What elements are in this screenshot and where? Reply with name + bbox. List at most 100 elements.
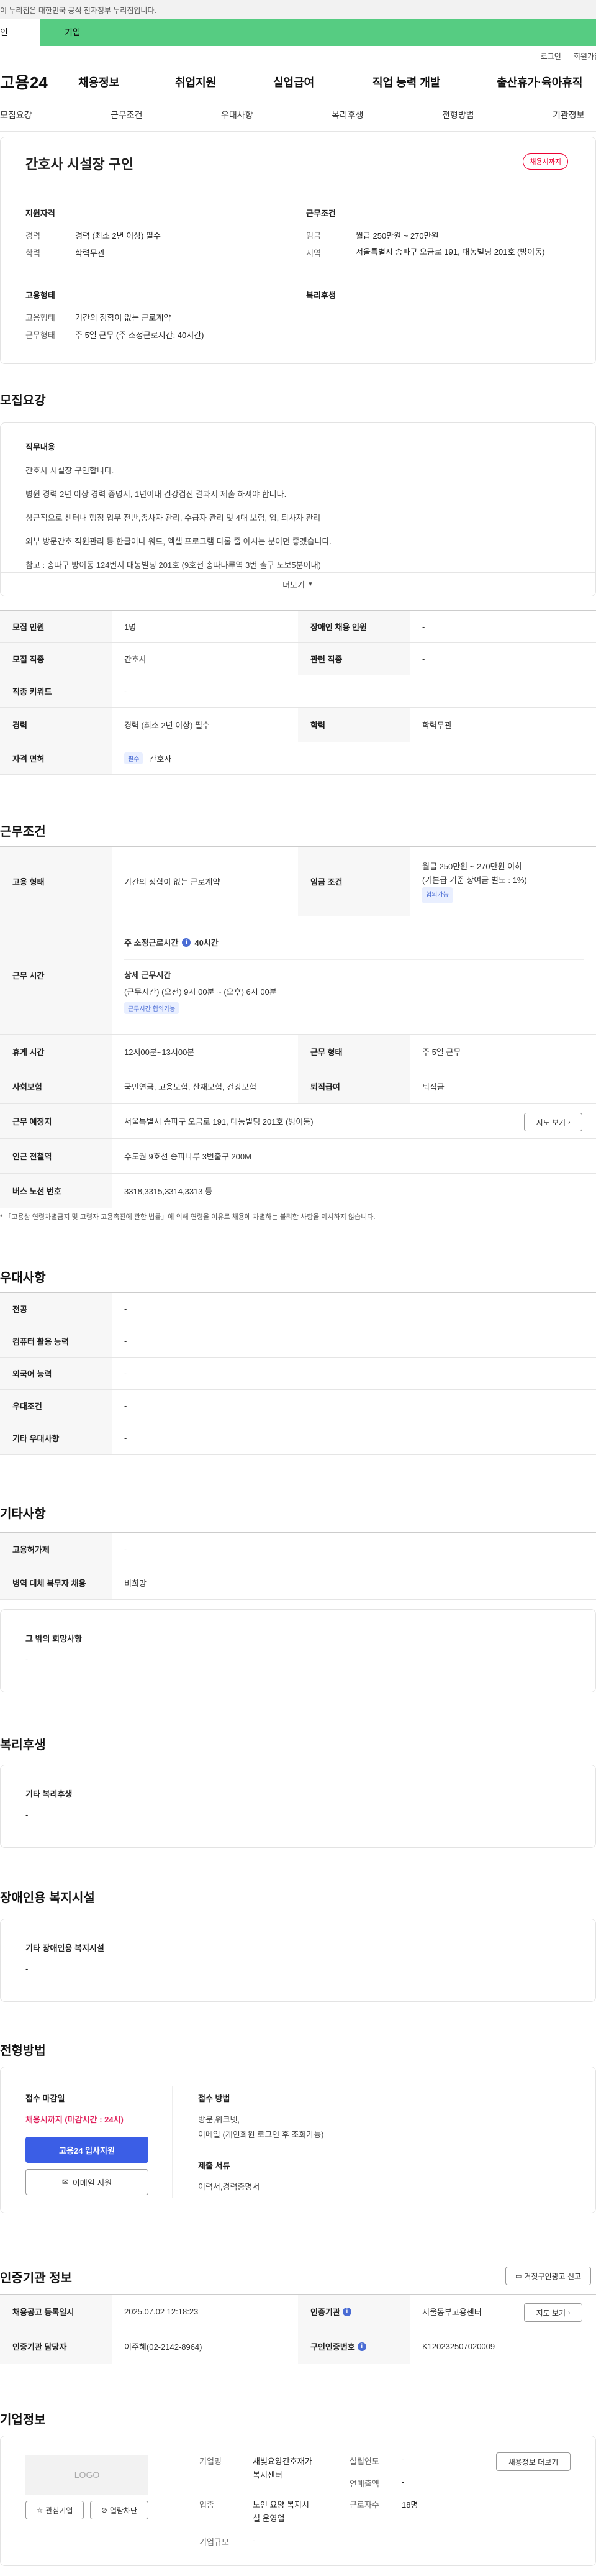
info-icon[interactable]: i: [182, 938, 191, 947]
user-type-tabs: 인 기업: [0, 19, 596, 46]
map-button-label: 지도 보기: [536, 1118, 566, 1127]
td-disabled-headcount: -: [422, 622, 425, 631]
nav-employment-support[interactable]: 취업지원: [175, 74, 216, 90]
label-region: 지역: [306, 249, 321, 258]
block-view-button[interactable]: ⊘ 열람차단: [90, 2501, 148, 2519]
login-link[interactable]: 로그인: [541, 51, 561, 62]
th-agency-manager: 인증기관 담당자: [0, 2329, 112, 2364]
td-computer: -: [124, 1336, 127, 1346]
other-wishes-value: -: [25, 1655, 29, 1664]
gov-banner: 이 누리집은 대한민국 공식 전자정부 누리집입니다.: [0, 0, 596, 19]
duty-line: 간호사 시설장 구인합니다.: [25, 466, 114, 475]
value-revenue: -: [402, 2477, 405, 2487]
favorite-label: 관심기업: [45, 2506, 73, 2515]
anchor-screening[interactable]: 전형방법: [442, 109, 474, 121]
td-related-occupation: -: [422, 654, 425, 664]
star-icon: ☆: [36, 2506, 43, 2514]
th-other-preference: 기타 우대사항: [0, 1422, 112, 1454]
section-title-company: 기업정보: [0, 2413, 46, 2427]
label-work-type: 근무형태: [25, 331, 55, 340]
age-discrimination-note: * 「고용상 연령차별금지 및 고령자 고용촉진에 관한 법률」에 의해 연령을…: [0, 1213, 376, 1221]
label-education: 학력: [25, 249, 40, 258]
value-region: 서울특별시 송파구 오금로 191, 대농빌딩 201호 (방이동): [356, 247, 545, 257]
th-education: 학력: [298, 708, 410, 742]
duty-text: 간호사 시설장 구인합니다. 병원 경력 2년 이상 경력 증명서, 1년이내 …: [25, 459, 332, 577]
td-registered-at: 2025.07.02 12:18:23: [124, 2307, 199, 2316]
td-bus: 3318,3315,3314,3313 등: [124, 1187, 213, 1196]
email-apply-button[interactable]: ✉ 이메일 지원: [25, 2169, 148, 2195]
nav-jobs[interactable]: 채용정보: [78, 74, 119, 90]
agency-map-button[interactable]: 지도 보기 ›: [524, 2303, 582, 2322]
th-agency: 인증기관 i: [298, 2295, 410, 2329]
preferences-table: 전공 - 컴퓨터 활용 능력 - 외국어 능력 - 우대조건 - 기타 우대사항 -: [0, 1292, 596, 1455]
label-company-size: 기업규모: [199, 2537, 229, 2547]
company-jobs-button[interactable]: 채용정보 더보기: [496, 2452, 571, 2471]
block-icon: ⊘: [101, 2506, 107, 2514]
nav-unemployment-benefit[interactable]: 실업급여: [273, 74, 314, 90]
chevron-right-icon: ›: [568, 1118, 571, 1126]
favorite-company-button[interactable]: ☆ 관심기업: [25, 2501, 84, 2519]
th-bus: 버스 노선 번호: [0, 1174, 112, 1208]
nav-parental-leave[interactable]: 출산휴가·육아휴직: [497, 74, 582, 90]
value-employees: 18명: [402, 2500, 418, 2510]
report-fake-ad-button[interactable]: ▭ 거짓구인광고 신고: [505, 2267, 591, 2285]
disabled-box-heading: 기타 장애인용 복지시설: [25, 1943, 104, 1953]
th-computer: 컴퓨터 활용 능력: [0, 1325, 112, 1357]
conditions-heading: 근무조건: [306, 209, 336, 218]
qualification-heading: 지원자격: [25, 209, 55, 218]
chevron-down-icon: ▼: [307, 581, 314, 588]
anchor-conditions[interactable]: 근무조건: [111, 109, 143, 121]
map-button[interactable]: 지도 보기 ›: [524, 1113, 582, 1131]
disabled-facility-box: 기타 장애인용 복지시설 -: [0, 1919, 596, 2002]
document-icon: ▭: [515, 2272, 522, 2280]
anchor-welfare[interactable]: 복리후생: [332, 109, 364, 121]
tab-company[interactable]: 기업: [40, 19, 81, 46]
info-icon[interactable]: i: [342, 2307, 351, 2316]
value-work-type: 주 5일 근무 (주 소정근로시간: 40시간): [75, 331, 204, 340]
th-disabled-headcount: 장애인 채용 인원: [298, 611, 410, 642]
th-work-permit: 고용허가제: [0, 1533, 112, 1566]
welfare-heading: 복리후생: [306, 291, 336, 300]
anchor-agency[interactable]: 기관정보: [553, 109, 585, 121]
section-title-screening: 전형방법: [0, 2044, 46, 2058]
anchor-preferences[interactable]: 우대사항: [221, 109, 253, 121]
anchor-recruit[interactable]: 모집요강: [0, 109, 32, 121]
td-other-preference: -: [124, 1433, 127, 1443]
docs-value: 이력서,경력증명서: [198, 2182, 260, 2191]
td-workplace: 서울특별시 송파구 오금로 191, 대농빌딩 201호 (방이동): [124, 1117, 314, 1126]
tab-individual[interactable]: 인: [0, 19, 40, 46]
td-employment: 기간의 정함이 없는 근로계약: [124, 877, 220, 887]
job-description-box: 직무내용 간호사 시설장 구인합니다. 병원 경력 2년 이상 경력 증명서, …: [0, 422, 596, 596]
site-logo[interactable]: 고용24: [0, 70, 78, 93]
section-title-recruit: 모집요강: [0, 394, 46, 408]
recruit-table: 모집 인원 1명 장애인 채용 인원 - 모집 직종 간호사 관련 직종 - 직…: [0, 610, 596, 775]
info-icon[interactable]: i: [357, 2342, 366, 2351]
label-company-name: 기업명: [199, 2457, 222, 2466]
welfare-box-heading: 기타 복리후생: [25, 1789, 73, 1799]
email-apply-label: 이메일 지원: [72, 2178, 112, 2188]
employment-type-heading: 고용형태: [25, 291, 55, 300]
more-button[interactable]: 더보기 ▼: [1, 572, 595, 596]
nav-vocational-training[interactable]: 직업 능력 개발: [372, 74, 440, 90]
weekly-hours: 주 소정근로시간 i 40시간: [124, 936, 219, 948]
utility-links: 로그인 회원가입: [0, 46, 596, 66]
agency-table: 채용공고 등록일시 2025.07.02 12:18:23 인증기관 i 서울동부…: [0, 2294, 596, 2364]
th-workplace: 근무 예정지: [0, 1104, 112, 1138]
td-insurance: 국민연금, 고용보험, 산재보험, 건강보험: [124, 1082, 257, 1092]
value-founded: -: [402, 2455, 405, 2464]
required-tag: 필수: [124, 752, 143, 764]
signup-link[interactable]: 회원가입: [574, 51, 596, 62]
label-emp-type: 고용형태: [25, 313, 55, 322]
apply-button[interactable]: 고용24 입사지원: [25, 2137, 148, 2163]
td-preference: -: [124, 1401, 127, 1410]
value-education: 학력무관: [75, 249, 105, 258]
th-headcount: 모집 인원: [0, 611, 112, 642]
label-industry: 업종: [199, 2500, 214, 2510]
section-anchor-nav: 모집요강 근무조건 우대사항 복리후생 전형방법 기관정보: [0, 98, 596, 132]
company-logo-placeholder: LOGO: [25, 2455, 148, 2495]
th-retirement: 퇴직급여: [298, 1069, 410, 1103]
th-military: 병역 대체 복무자 채용: [0, 1566, 112, 1599]
industry-line: 설 운영업: [253, 2514, 285, 2523]
method-value: 방문,워크넷,: [198, 2115, 240, 2124]
industry-line: 노인 요양 복지시: [253, 2500, 309, 2510]
